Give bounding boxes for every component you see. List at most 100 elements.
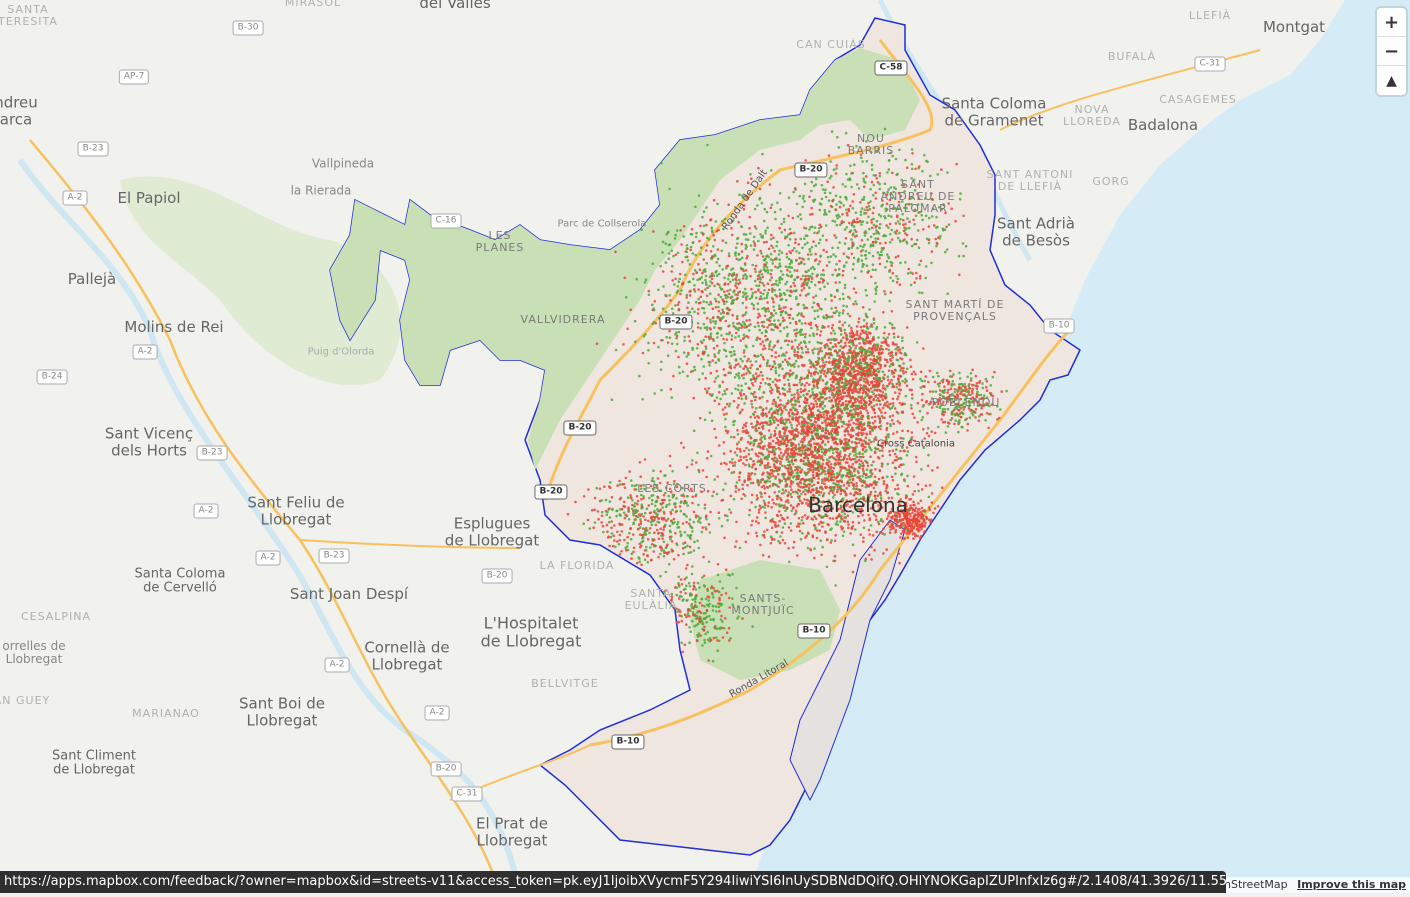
data-point <box>819 464 823 468</box>
data-point <box>719 312 723 315</box>
data-point <box>857 500 860 503</box>
map-canvas[interactable]: Santa Coloma de Gramenet Badalona Montga… <box>0 0 1410 894</box>
data-point <box>859 332 862 336</box>
data-point <box>819 491 823 494</box>
data-point <box>838 311 841 315</box>
data-point <box>614 250 617 254</box>
data-point <box>873 411 877 415</box>
data-point <box>754 452 757 456</box>
data-point <box>893 452 897 456</box>
data-point <box>873 415 877 419</box>
data-point <box>697 262 700 266</box>
data-point <box>837 385 841 388</box>
data-point <box>956 394 959 397</box>
data-point <box>813 446 817 450</box>
data-point <box>816 328 819 331</box>
data-point <box>848 478 852 482</box>
data-point <box>677 301 681 304</box>
data-point <box>762 499 766 503</box>
data-point <box>894 353 898 356</box>
data-point <box>795 412 799 416</box>
data-point <box>668 336 672 340</box>
data-point <box>882 480 886 483</box>
data-point <box>763 464 767 467</box>
data-point <box>732 399 736 403</box>
data-point <box>969 379 973 382</box>
data-point <box>724 429 728 433</box>
data-point <box>876 443 880 447</box>
data-point <box>874 514 878 518</box>
data-point <box>909 515 912 518</box>
data-point <box>877 522 881 526</box>
data-point <box>677 280 681 284</box>
data-point <box>862 536 865 540</box>
data-point <box>810 245 814 249</box>
data-point <box>799 471 803 474</box>
data-point <box>693 368 697 372</box>
data-point <box>699 252 702 256</box>
data-point <box>740 384 743 388</box>
data-point <box>853 440 857 444</box>
data-point <box>885 347 888 351</box>
data-point <box>842 388 845 391</box>
data-point <box>742 204 746 207</box>
data-point <box>762 292 765 296</box>
data-point <box>905 495 909 498</box>
data-point <box>787 491 790 494</box>
data-point <box>862 540 865 543</box>
data-point <box>902 362 905 365</box>
data-point <box>810 431 813 434</box>
data-point <box>834 368 838 372</box>
data-point <box>787 546 790 550</box>
data-point <box>745 431 749 435</box>
data-point <box>794 465 797 469</box>
data-point <box>894 472 897 476</box>
data-point <box>766 377 769 380</box>
data-point <box>831 496 835 499</box>
data-point <box>821 278 825 282</box>
data-point <box>812 405 816 409</box>
data-point <box>680 441 683 445</box>
data-point <box>768 364 771 368</box>
data-point <box>660 360 663 364</box>
data-point <box>910 388 913 392</box>
data-point <box>843 449 847 452</box>
data-point <box>879 364 882 368</box>
data-point <box>820 434 823 437</box>
data-point <box>920 488 924 491</box>
data-point <box>910 431 914 434</box>
data-point <box>813 420 817 423</box>
data-point <box>712 347 716 350</box>
data-point <box>867 331 871 334</box>
data-point <box>651 303 654 307</box>
data-point <box>734 358 738 361</box>
data-point <box>950 393 954 397</box>
data-point <box>882 336 885 340</box>
data-point <box>713 380 716 383</box>
data-point <box>780 222 783 226</box>
data-point <box>756 460 760 464</box>
data-point <box>947 395 950 399</box>
data-point <box>799 261 803 265</box>
data-point <box>909 497 912 501</box>
data-point <box>859 423 862 426</box>
data-point <box>749 360 752 363</box>
data-point <box>775 503 778 506</box>
data-point <box>747 463 751 467</box>
data-point <box>848 472 852 476</box>
data-point <box>836 490 839 494</box>
data-point <box>697 297 700 301</box>
data-point <box>836 475 839 479</box>
data-point <box>704 387 707 391</box>
data-point <box>691 307 694 311</box>
data-point <box>850 252 854 256</box>
data-point <box>769 475 772 479</box>
data-point <box>835 503 839 507</box>
data-point <box>743 479 746 482</box>
data-point <box>845 499 849 502</box>
data-point <box>842 484 846 487</box>
data-point <box>794 339 797 342</box>
data-point <box>913 416 916 420</box>
data-point <box>803 431 806 434</box>
data-point <box>928 508 932 512</box>
